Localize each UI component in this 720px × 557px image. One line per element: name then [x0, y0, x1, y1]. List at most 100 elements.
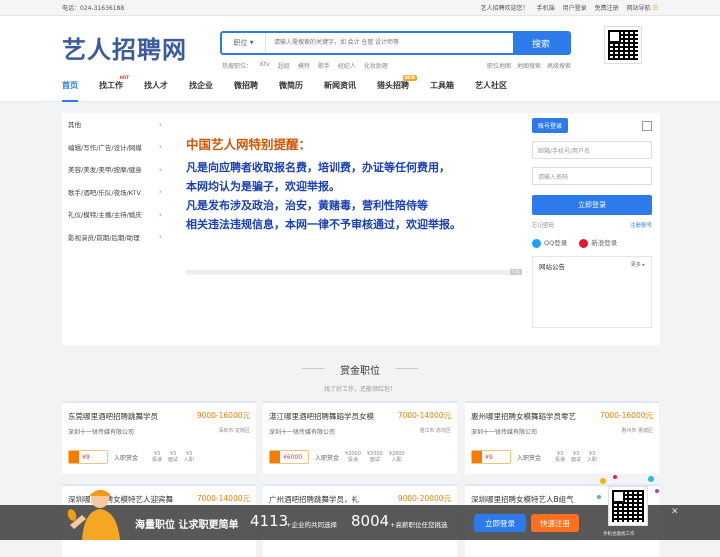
login-button[interactable]: 立即登录	[532, 195, 652, 215]
new-badge: NEW	[402, 74, 417, 81]
search-category-select[interactable]: 职位 ▼	[222, 33, 266, 53]
chevron-right-icon: ›	[158, 164, 162, 174]
job-salary: 9000-16000元	[196, 411, 250, 420]
banner-line: 凡是向应聘者收取报名费，培训费，办证等任何费用，	[186, 161, 450, 174]
forgot-password-link[interactable]: 忘记密码	[532, 221, 554, 229]
job-count: 8004	[351, 512, 390, 530]
site-logo[interactable]: 艺人招聘网	[62, 30, 187, 65]
announcement-title: 网站公告	[539, 262, 565, 271]
notice-banner[interactable]: 中国艺人网特别提醒： 凡是向应聘者收取报名费，培训费，办证等任何费用， 本网均认…	[186, 135, 526, 234]
chevron-right-icon: ›	[158, 232, 162, 242]
weibo-icon	[579, 238, 589, 248]
job-title: 东莞哪里酒吧招聘跳舞学员	[68, 412, 158, 421]
job-location: 湛江市 赤坎区	[419, 428, 451, 434]
category-item[interactable]: 其他 ›	[62, 113, 168, 136]
nav-home[interactable]: 首页	[62, 70, 78, 102]
account-login-tab[interactable]: 账号登录	[532, 118, 569, 133]
nav-news[interactable]: 新闻资讯	[324, 70, 356, 102]
phone-text: 电话：024-31636188	[62, 5, 125, 12]
chevron-right-icon: ›	[158, 187, 162, 197]
chevron-down-icon: ▼	[249, 40, 254, 46]
job-salary: 7000-14000元	[196, 494, 250, 503]
chevron-right-icon: ›	[158, 119, 162, 129]
job-title: 广州酒吧招聘跳舞学员，礼	[269, 495, 359, 504]
qq-icon	[532, 238, 541, 248]
category-item[interactable]: 礼仪/模特/主播/主持/婚庆 ›	[62, 203, 168, 226]
company-name: 深圳十一钵传媒有限公司	[68, 429, 135, 436]
job-title: 深圳哪里招聘女模特艺人B组气	[471, 495, 574, 504]
nav-headhunter[interactable]: 猎头招聘 NEW	[377, 70, 417, 102]
chevron-right-icon: ›	[158, 209, 162, 219]
promo-register-button[interactable]: 快速注册	[531, 514, 579, 532]
register-account-link[interactable]: 注册账号	[630, 221, 652, 229]
category-item[interactable]: 影视演员/前期/后期/助理 ›	[62, 226, 168, 249]
job-card[interactable]: 湛江哪里酒吧招聘舞蹈学员女模 7000-14000元 深圳十一钵传媒有限公司 湛…	[263, 401, 457, 474]
decoration-sparkles	[597, 475, 659, 499]
job-location: 惠州市 惠城区	[621, 428, 653, 434]
more-link[interactable]: 更多 ▸	[631, 261, 645, 323]
mobile-link[interactable]: 手机端	[537, 3, 555, 12]
login-box: 账号登录 邮箱/手机号/用户名 请输入密码 立即登录 忘记密码 注册账号 QQ登录…	[532, 118, 652, 328]
job-title: 湛江哪里酒吧招聘舞蹈学员女模	[269, 412, 374, 421]
hot-badge: HOT	[119, 74, 129, 80]
qr-login-icon[interactable]	[642, 120, 652, 131]
promo-message: 海量职位 让求职更简单	[135, 520, 239, 531]
job-salary: 7000-16000元	[599, 411, 653, 420]
weibo-login[interactable]: 新浪登录	[579, 237, 617, 248]
login-link[interactable]: 用户登录	[563, 3, 587, 12]
nav-find-job[interactable]: 找工作 HOT	[99, 70, 129, 102]
category-item[interactable]: 歌手/酒吧/乐队/夜场/KTV ›	[62, 181, 168, 204]
category-item[interactable]: 编辑/写作/广告/设计/网媒 ›	[62, 136, 168, 159]
header: 艺人招聘网 职位 ▼ 搜索 热搜职位： Ktv 超组 模特 歌手 经纪人 化妆助…	[0, 16, 720, 70]
chevron-right-icon: ›	[158, 142, 162, 152]
search-box: 职位 ▼ 搜索	[220, 31, 571, 55]
banner-line: 相关违法违规信息，本网一律不予审核通过，欢迎举报。	[186, 218, 461, 231]
nav-find-company[interactable]: 找企业	[189, 70, 213, 102]
reward-badge: ¥6000	[269, 450, 309, 464]
company-count: 4113	[250, 512, 289, 530]
password-field[interactable]: 请输入密码	[532, 167, 652, 185]
welcome-text: 艺人招聘欢迎您！	[480, 5, 529, 12]
nav-wechat-resume[interactable]: 微简历	[279, 70, 303, 102]
main-nav: 首页 找工作 HOT 找人才 找企业 微招聘 微简历 新闻资讯 猎头招聘 NEW 工…	[0, 70, 720, 102]
job-title: 惠州哪里招聘女模舞蹈学员零艺	[471, 412, 576, 421]
hot-item[interactable]: Ktv	[260, 61, 270, 70]
ad-tag: 广告	[510, 269, 522, 275]
qr-code	[604, 26, 642, 64]
job-location: 深圳市 龙岗区	[218, 428, 250, 434]
menu-icon: ☰	[652, 5, 658, 12]
site-nav-link[interactable]: 网站导航 ☰	[627, 3, 658, 12]
nav-toolbox[interactable]: 工具箱	[430, 70, 454, 102]
red-packet-icon	[472, 451, 482, 463]
main-panel: 其他 › 编辑/写作/广告/设计/网媒 › 美容/美发/美甲/按摩/健身 › 歌手/酒…	[62, 113, 660, 345]
qq-login[interactable]: QQ登录	[532, 237, 567, 248]
job-count-label: +高薪职位任您挑选	[390, 521, 448, 529]
promo-login-button[interactable]: 立即登录	[474, 514, 526, 532]
username-field[interactable]: 邮箱/手机号/用户名	[532, 141, 652, 159]
search-input[interactable]	[266, 33, 513, 53]
job-card[interactable]: 东莞哪里酒吧招聘跳舞学员 9000-16000元 深圳十一钵传媒有限公司 深圳市…	[62, 401, 256, 474]
nav-wechat-jobs[interactable]: 微招聘	[234, 70, 258, 102]
category-list: 其他 › 编辑/写作/广告/设计/网媒 › 美容/美发/美甲/按摩/健身 › 歌手/酒…	[62, 113, 168, 248]
company-name: 深圳十一钵传媒有限公司	[471, 429, 538, 436]
company-name: 深圳十一钵传媒有限公司	[269, 429, 336, 436]
search-button[interactable]: 搜索	[513, 33, 569, 53]
company-count-label: +企业的共同选择	[286, 521, 337, 529]
reward-badge: ¥9	[471, 450, 511, 464]
banner-line: 凡是发布涉及政治，治安，黄赌毒，营利性陪侍等	[186, 199, 428, 212]
register-link[interactable]: 免费注册	[595, 3, 619, 12]
job-salary: 9000-20000元	[397, 494, 451, 503]
advanced-search-link[interactable]: 高级搜索	[547, 61, 571, 70]
red-packet-icon	[270, 451, 280, 463]
nav-find-talent[interactable]: 找人才	[144, 70, 168, 102]
top-bar: 电话：024-31636188 艺人招聘欢迎您！ 手机端 用户登录 免费注册 网…	[0, 0, 720, 16]
category-item[interactable]: 美容/美发/美甲/按摩/健身 ›	[62, 158, 168, 181]
close-icon[interactable]: ✕	[671, 507, 679, 517]
section-title: 赏金职位	[340, 366, 380, 377]
nav-community[interactable]: 艺人社区	[475, 70, 507, 102]
job-card[interactable]: 惠州哪里招聘女模舞蹈学员零艺 7000-16000元 深圳十一钵传媒有限公司 惠…	[465, 401, 659, 474]
map-search-link[interactable]: 地图搜索	[517, 61, 541, 70]
banner-line: 本网均认为是骗子，欢迎举报。	[186, 180, 340, 193]
qr-caption: 手机也能找工作	[603, 532, 635, 537]
section-subtitle: 找了好工作，还能领红包！	[323, 386, 396, 393]
